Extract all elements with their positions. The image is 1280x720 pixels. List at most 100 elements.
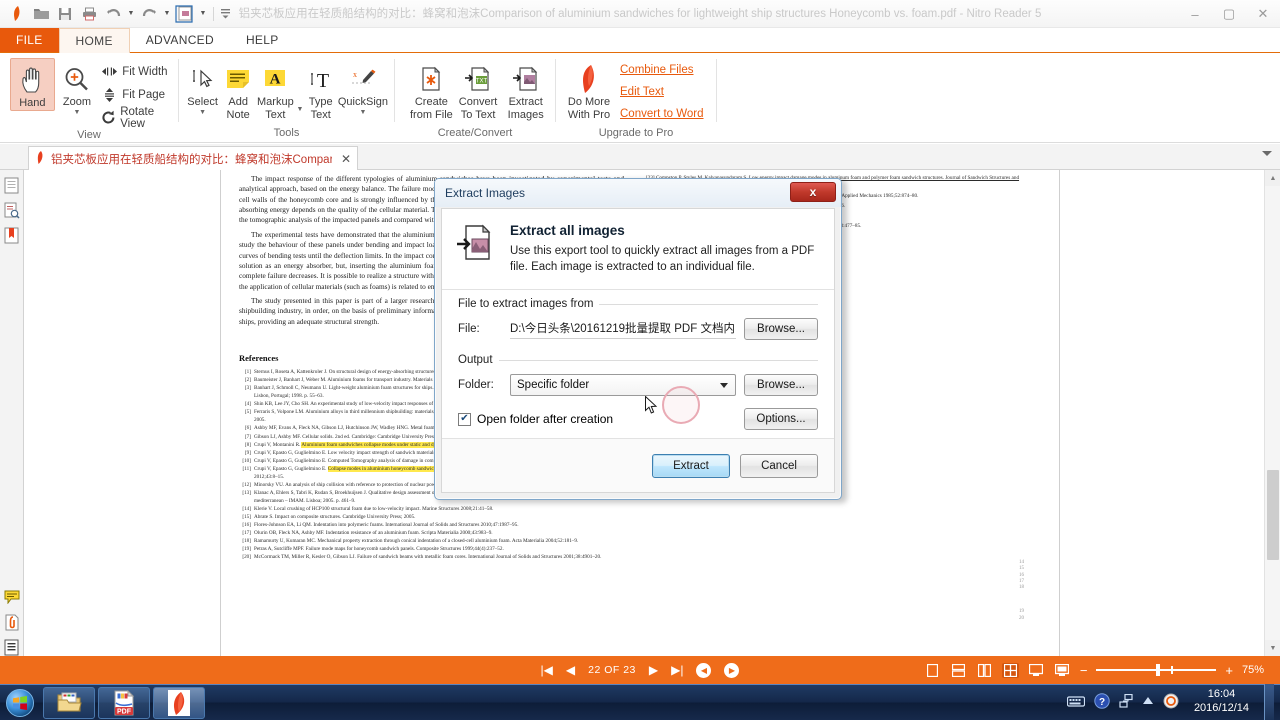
reference-item: [19] Petras A, Sutcliffe MPF. Failure mod… [242,546,504,553]
next-page-button[interactable]: ▶ [649,664,658,676]
markup-text-button[interactable]: A Markup Text [256,58,294,121]
show-desktop-button[interactable] [1264,684,1274,720]
fit-to-screen-mode-button[interactable] [1028,663,1045,678]
redo-icon[interactable] [138,4,160,24]
extract-button[interactable]: Extract [652,453,730,478]
source-section: File to extract images from File: D:\今日头… [442,290,834,341]
rotate-view-button[interactable]: Rotate View [101,106,172,130]
two-page-continuous-mode-button[interactable] [1001,662,1019,678]
chevron-down-icon[interactable]: ▼ [359,109,366,116]
attachments-icon[interactable] [3,613,21,631]
pages-panel-icon[interactable] [3,176,21,194]
help-icon[interactable]: ? [1094,692,1110,712]
tab-home[interactable]: HOME [58,28,130,53]
customize-qat-icon[interactable] [219,4,231,24]
hand-tool-button[interactable]: Hand [10,58,55,111]
layers-icon[interactable] [3,638,21,656]
folder-select[interactable]: Specific folder [510,374,736,397]
tab-advanced[interactable]: ADVANCED [130,28,230,52]
antivirus-icon[interactable] [1163,693,1179,712]
minimize-button[interactable]: – [1178,0,1212,28]
quicksign-button[interactable]: x QuickSign ▼ [338,58,388,116]
single-page-mode-button[interactable] [924,663,941,678]
folder-select-value: Specific folder [517,379,590,392]
open-folder-checkbox[interactable] [458,412,471,426]
continuous-mode-button[interactable] [950,663,967,678]
maximize-button[interactable]: ▢ [1212,0,1246,28]
cancel-button[interactable]: Cancel [740,453,818,478]
zoom-slider-thumb[interactable] [1156,664,1161,676]
full-screen-mode-button[interactable] [1054,663,1071,678]
tab-help[interactable]: HELP [230,28,295,52]
convert-to-word-link[interactable]: Convert to Word [620,103,704,125]
undo-icon[interactable] [102,4,124,24]
edit-text-link[interactable]: Edit Text [620,81,704,103]
dialog-close-button[interactable]: x [790,182,836,202]
markup-text-label: Markup Text [257,96,294,121]
scroll-up-icon[interactable]: ▲ [1265,170,1280,186]
bookmarks-icon[interactable] [3,226,21,244]
select-tool-button[interactable]: Select ▼ [185,58,220,116]
convert-to-text-button[interactable]: TXT Convert To Text [455,58,502,121]
search-document-icon[interactable] [3,201,21,219]
zoom-out-button[interactable]: − [1080,664,1088,677]
close-button[interactable]: ✕ [1246,0,1280,28]
tab-file[interactable]: FILE [0,28,59,52]
add-note-button[interactable]: Add Note [222,58,254,121]
network-icon[interactable] [1119,693,1133,711]
document-tab[interactable]: 铝夹芯板应用在轻质船结构的对比：蜂窝和泡沫Comparison o... ✕ [28,146,358,170]
scrollbar-thumb[interactable] [1267,470,1279,560]
extract-images-button[interactable]: Extract Images [502,58,549,121]
markup-text-icon: A [262,62,288,96]
fit-page-button[interactable]: Fit Page [101,83,172,106]
combine-files-link[interactable]: Combine Files [620,59,704,81]
show-hidden-icons-icon[interactable] [1142,695,1154,709]
open-icon[interactable] [30,4,52,24]
save-icon[interactable] [54,4,76,24]
taskbar-clock[interactable]: 16:04 2016/12/14 [1188,688,1255,716]
taskbar-nitro-reader[interactable] [153,686,205,719]
create-from-file-button[interactable]: Create from File [409,58,454,121]
scroll-down-icon[interactable]: ▼ [1265,640,1280,656]
open-folder-label[interactable]: Open folder after creation [477,412,613,426]
file-path-value[interactable]: D:\今日头条\20161219批量提取 PDF 文档内 [510,320,736,339]
last-page-button[interactable]: ▶| [671,664,683,676]
zoom-tool-button[interactable]: Zoom ▼ [55,58,99,116]
next-view-button[interactable]: ▶ [724,662,740,678]
chevron-down-icon[interactable] [1262,151,1272,156]
file-browse-button[interactable]: Browse... [744,318,818,341]
vertical-scrollbar[interactable]: ▲ ▼ [1264,170,1280,656]
nitro-logo-icon[interactable] [6,4,28,24]
redo-dropdown-icon[interactable]: ▼ [162,4,172,24]
taskbar-pdf-reader[interactable]: PDF [98,686,150,719]
fit-width-button[interactable]: Fit Width [101,60,172,83]
print-icon[interactable] [78,4,100,24]
rotate-view-icon [101,110,116,125]
svg-text:x: x [353,70,357,79]
chevron-down-icon[interactable]: ▼ [297,106,304,113]
extract-images-quick-icon[interactable] [174,4,196,24]
two-page-mode-button[interactable] [976,663,993,678]
chevron-down-icon[interactable]: ▼ [199,109,206,116]
undo-dropdown-icon[interactable]: ▼ [126,4,136,24]
page-indicator[interactable]: 22 OF 23 [588,664,636,676]
folder-browse-button[interactable]: Browse... [744,374,818,397]
zoom-level-value[interactable]: 75% [1242,664,1272,676]
keyboard-ime-icon[interactable] [1066,695,1086,710]
start-orb-icon[interactable] [0,686,40,720]
extract-images-dropdown-icon[interactable]: ▼ [198,4,208,24]
type-text-button[interactable]: T Type Text [305,58,335,121]
chevron-down-icon[interactable]: ▼ [74,109,81,116]
zoom-in-button[interactable]: + [1225,664,1233,677]
previous-view-button[interactable]: ◀ [696,662,712,678]
options-button[interactable]: Options... [744,408,818,431]
close-icon[interactable]: ✕ [337,152,351,166]
previous-page-button[interactable]: ◀ [566,664,575,676]
comments-icon[interactable] [3,588,21,606]
ribbon-tabbar: FILE HOME ADVANCED HELP [0,28,1280,53]
first-page-button[interactable]: |◀ [541,664,553,676]
taskbar-explorer[interactable] [43,686,95,719]
zoom-slider[interactable] [1096,664,1217,676]
do-more-with-pro-button[interactable]: Do More With Pro [564,58,614,121]
group-label-view: View [77,129,101,141]
